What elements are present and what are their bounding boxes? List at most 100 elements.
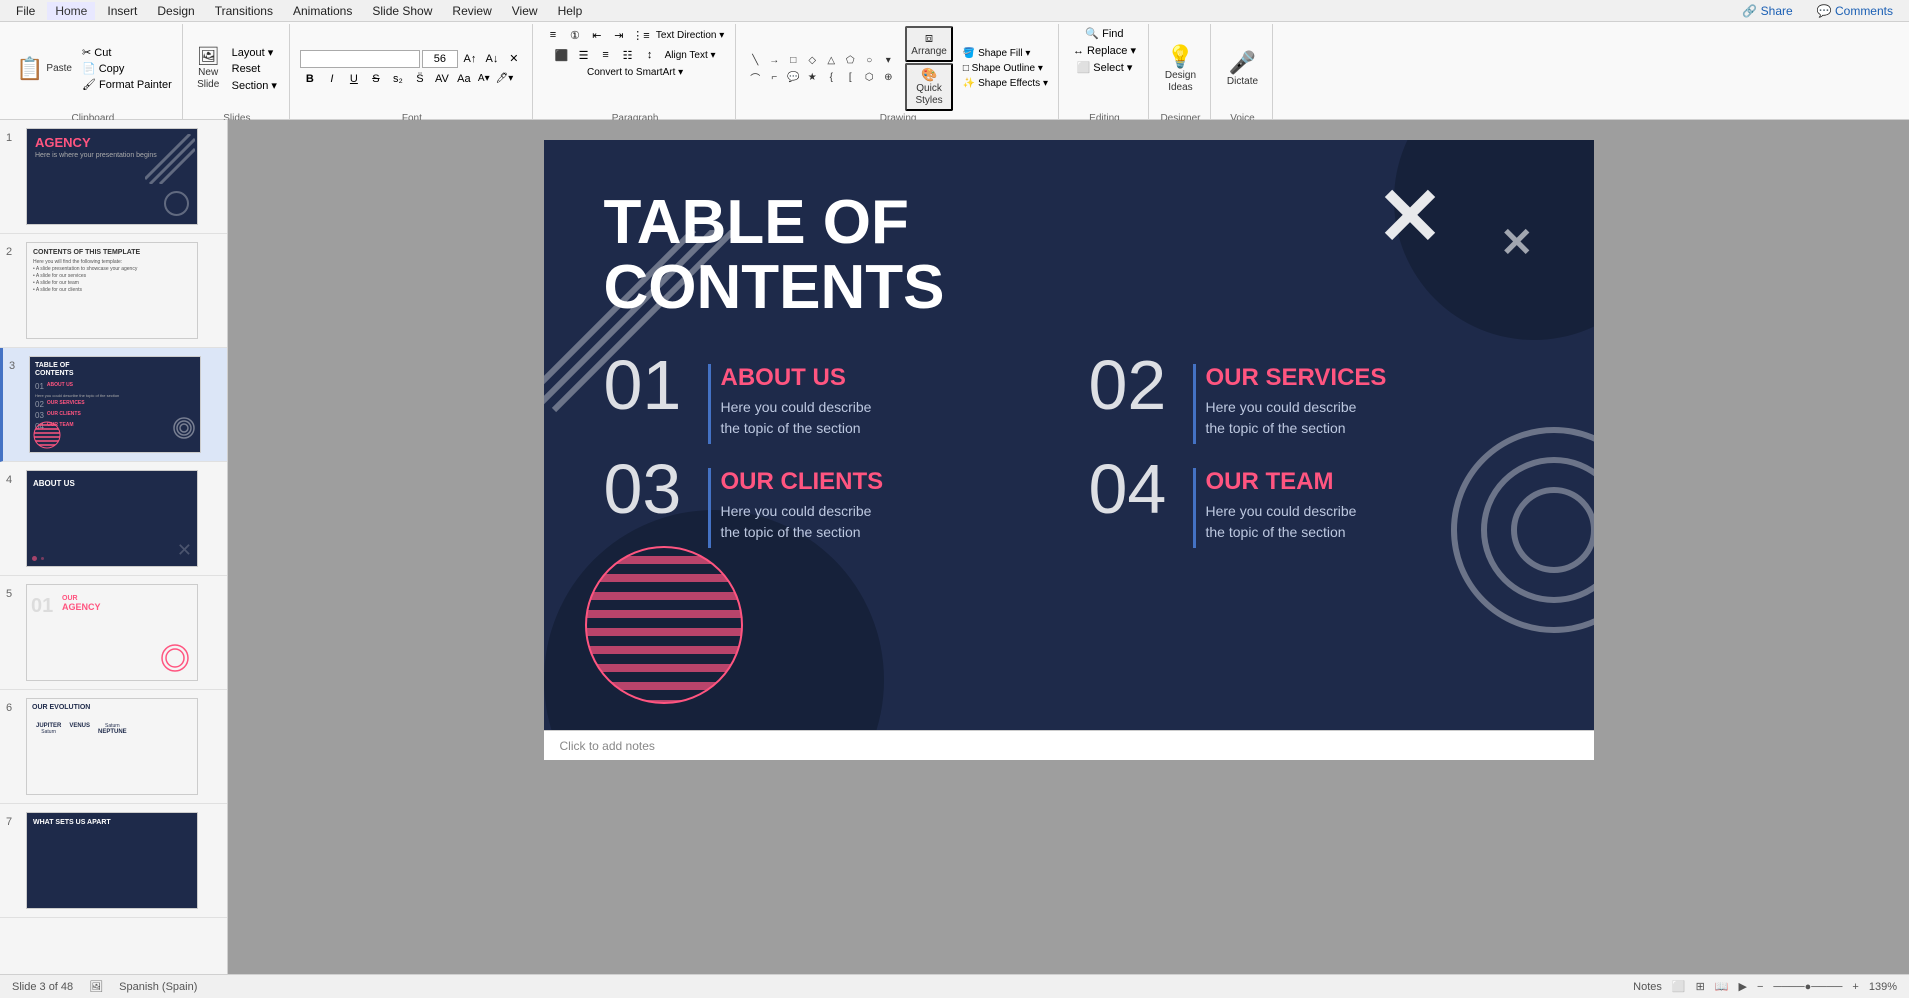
normal-view[interactable]: ⬜ xyxy=(1672,980,1686,993)
case-button[interactable]: Aa xyxy=(454,70,474,88)
share-button[interactable]: 🔗 Share xyxy=(1734,2,1800,20)
font-name-input[interactable] xyxy=(300,50,420,68)
shape-fill-button[interactable]: 🪣 Shape Fill ▾ xyxy=(961,47,1050,60)
slide-thumb-2[interactable]: 2 CONTENTS OF THIS TEMPLATE Here you wil… xyxy=(0,234,227,348)
strikethrough-button[interactable]: S xyxy=(366,70,386,88)
design-ideas-button[interactable]: 💡 DesignIdeas xyxy=(1161,42,1200,96)
shapes-more[interactable]: ▾ xyxy=(879,52,897,68)
bold-button[interactable]: B xyxy=(300,70,320,88)
slide-panel[interactable]: 1 AGENCY Here is where your presentation… xyxy=(0,120,228,974)
shape-rect[interactable]: □ xyxy=(784,52,802,68)
bullets-button[interactable]: ≡ xyxy=(543,26,563,44)
shape-bracket[interactable]: [ xyxy=(841,69,859,85)
increase-indent-button[interactable]: ⇥ xyxy=(609,26,629,44)
slide-sorter[interactable]: ⊞ xyxy=(1696,980,1705,993)
menu-transitions[interactable]: Transitions xyxy=(207,2,281,20)
main-slide[interactable]: ✕ ✕ xyxy=(544,140,1594,730)
subscript-button[interactable]: s₂ xyxy=(388,70,408,88)
line-spacing-button[interactable]: ↕ xyxy=(640,46,660,64)
shape-pentagon[interactable]: ⬠ xyxy=(841,52,859,68)
font-color-button[interactable]: A▾ xyxy=(476,73,492,84)
slide-thumb-6[interactable]: 6 OUR EVOLUTION JUPITER Saturn VENUS Sat… xyxy=(0,690,227,804)
shape-curve[interactable]: ⌒ xyxy=(746,69,764,85)
replace-button[interactable]: ↔ Replace ▾ xyxy=(1069,43,1140,58)
arrange-button[interactable]: ⧈ Arrange xyxy=(905,26,953,62)
menu-help[interactable]: Help xyxy=(550,2,591,20)
format-painter-button[interactable]: 🖌 Format Painter xyxy=(80,77,174,92)
italic-button[interactable]: I xyxy=(322,70,342,88)
zoom-out[interactable]: − xyxy=(1757,981,1763,993)
copy-button[interactable]: 📄 Copy xyxy=(80,61,174,76)
decrease-indent-button[interactable]: ⇤ xyxy=(587,26,607,44)
menu-slideshow[interactable]: Slide Show xyxy=(364,2,440,20)
shape-effects-button[interactable]: ✨ Shape Effects ▾ xyxy=(961,77,1050,90)
layout-button[interactable]: Layout ▾ xyxy=(228,45,281,60)
slide-preview-5[interactable]: 01 OUR AGENCY xyxy=(26,584,198,681)
shape-misc[interactable]: ⊕ xyxy=(879,69,897,85)
font-increase-button[interactable]: A↑ xyxy=(460,50,480,68)
comments-button[interactable]: 💬 Comments xyxy=(1809,2,1901,20)
slide-thumb-4[interactable]: 4 ABOUT US ✕ xyxy=(0,462,227,576)
convert-smartart-button[interactable]: Convert to SmartArt ▾ xyxy=(585,66,685,79)
char-spacing-button[interactable]: AV xyxy=(432,70,452,88)
slide-thumb-5[interactable]: 5 01 OUR AGENCY xyxy=(0,576,227,690)
zoom-level[interactable]: 139% xyxy=(1869,981,1897,993)
menu-file[interactable]: File xyxy=(8,2,43,20)
slide-preview-4[interactable]: ABOUT US ✕ xyxy=(26,470,198,567)
justify-button[interactable]: ☷ xyxy=(618,46,638,64)
columns-button[interactable]: ⋮≡ xyxy=(631,26,651,44)
shape-triangle[interactable]: △ xyxy=(822,52,840,68)
underline-button[interactable]: U xyxy=(344,70,364,88)
notes-toggle[interactable]: Notes xyxy=(1633,981,1662,993)
notes-area[interactable]: Click to add notes xyxy=(544,730,1594,760)
dictate-button[interactable]: 🎤 Dictate xyxy=(1223,48,1262,90)
align-center-button[interactable]: ☰ xyxy=(574,46,594,64)
quick-styles-button[interactable]: 🎨 QuickStyles xyxy=(905,63,953,111)
slide-preview-7[interactable]: WHAT SETS US APART xyxy=(26,812,198,909)
slide-thumb-3[interactable]: 3 TABLE OFCONTENTS 01 ABOUT US Here you … xyxy=(0,348,227,462)
menu-home[interactable]: Home xyxy=(47,2,95,20)
canvas-area[interactable]: ✕ ✕ xyxy=(228,120,1909,974)
slide-preview-2[interactable]: CONTENTS OF THIS TEMPLATE Here you will … xyxy=(26,242,198,339)
shape-star[interactable]: ★ xyxy=(803,69,821,85)
menu-animations[interactable]: Animations xyxy=(285,2,360,20)
zoom-in[interactable]: + xyxy=(1852,981,1858,993)
shape-line[interactable]: ╲ xyxy=(746,52,764,68)
select-button[interactable]: ⬜ Select ▾ xyxy=(1073,60,1137,75)
align-text-button[interactable]: Align Text ▾ xyxy=(662,50,719,61)
new-slide-button[interactable]: 🖼 NewSlide xyxy=(193,44,224,93)
paste-button[interactable]: 📋 Paste xyxy=(12,54,76,84)
menu-design[interactable]: Design xyxy=(149,2,202,20)
cut-button[interactable]: ✂ Cut xyxy=(80,45,174,60)
slideshow-view[interactable]: ▶ xyxy=(1739,980,1747,993)
section-button[interactable]: Section ▾ xyxy=(228,78,281,93)
slide-preview-1[interactable]: AGENCY Here is where your presentation b… xyxy=(26,128,198,225)
shape-diamond[interactable]: ◇ xyxy=(803,52,821,68)
zoom-slider[interactable]: ────●──── xyxy=(1773,981,1842,993)
align-left-button[interactable]: ⬛ xyxy=(552,46,572,64)
shape-connector[interactable]: ⌐ xyxy=(765,69,783,85)
highlight-button[interactable]: 🖊▾ xyxy=(494,73,516,84)
shape-circle[interactable]: ○ xyxy=(860,52,878,68)
slide-preview-6[interactable]: OUR EVOLUTION JUPITER Saturn VENUS Satur… xyxy=(26,698,198,795)
font-size-input[interactable] xyxy=(422,50,458,68)
reset-button[interactable]: Reset xyxy=(228,62,281,76)
font-decrease-button[interactable]: A↓ xyxy=(482,50,502,68)
text-direction-button[interactable]: Text Direction ▾ xyxy=(653,30,727,41)
numbering-button[interactable]: ① xyxy=(565,26,585,44)
menu-insert[interactable]: Insert xyxy=(99,2,145,20)
slide-thumb-1[interactable]: 1 AGENCY Here is where your presentation… xyxy=(0,120,227,234)
slide-thumb-7[interactable]: 7 WHAT SETS US APART xyxy=(0,804,227,918)
find-button[interactable]: 🔍 Find xyxy=(1081,26,1127,41)
shape-outline-button[interactable]: □ Shape Outline ▾ xyxy=(961,62,1050,75)
shape-brace[interactable]: { xyxy=(822,69,840,85)
menu-view[interactable]: View xyxy=(504,2,546,20)
shape-arrow[interactable]: → xyxy=(765,52,783,68)
slide-preview-3[interactable]: TABLE OFCONTENTS 01 ABOUT US Here you co… xyxy=(29,356,201,453)
align-right-button[interactable]: ≡ xyxy=(596,46,616,64)
shape-callout[interactable]: 💬 xyxy=(784,69,802,85)
reading-view[interactable]: 📖 xyxy=(1715,980,1729,993)
menu-review[interactable]: Review xyxy=(444,2,499,20)
clear-format-button[interactable]: ✕ xyxy=(504,50,524,68)
shape-flow[interactable]: ⬡ xyxy=(860,69,878,85)
